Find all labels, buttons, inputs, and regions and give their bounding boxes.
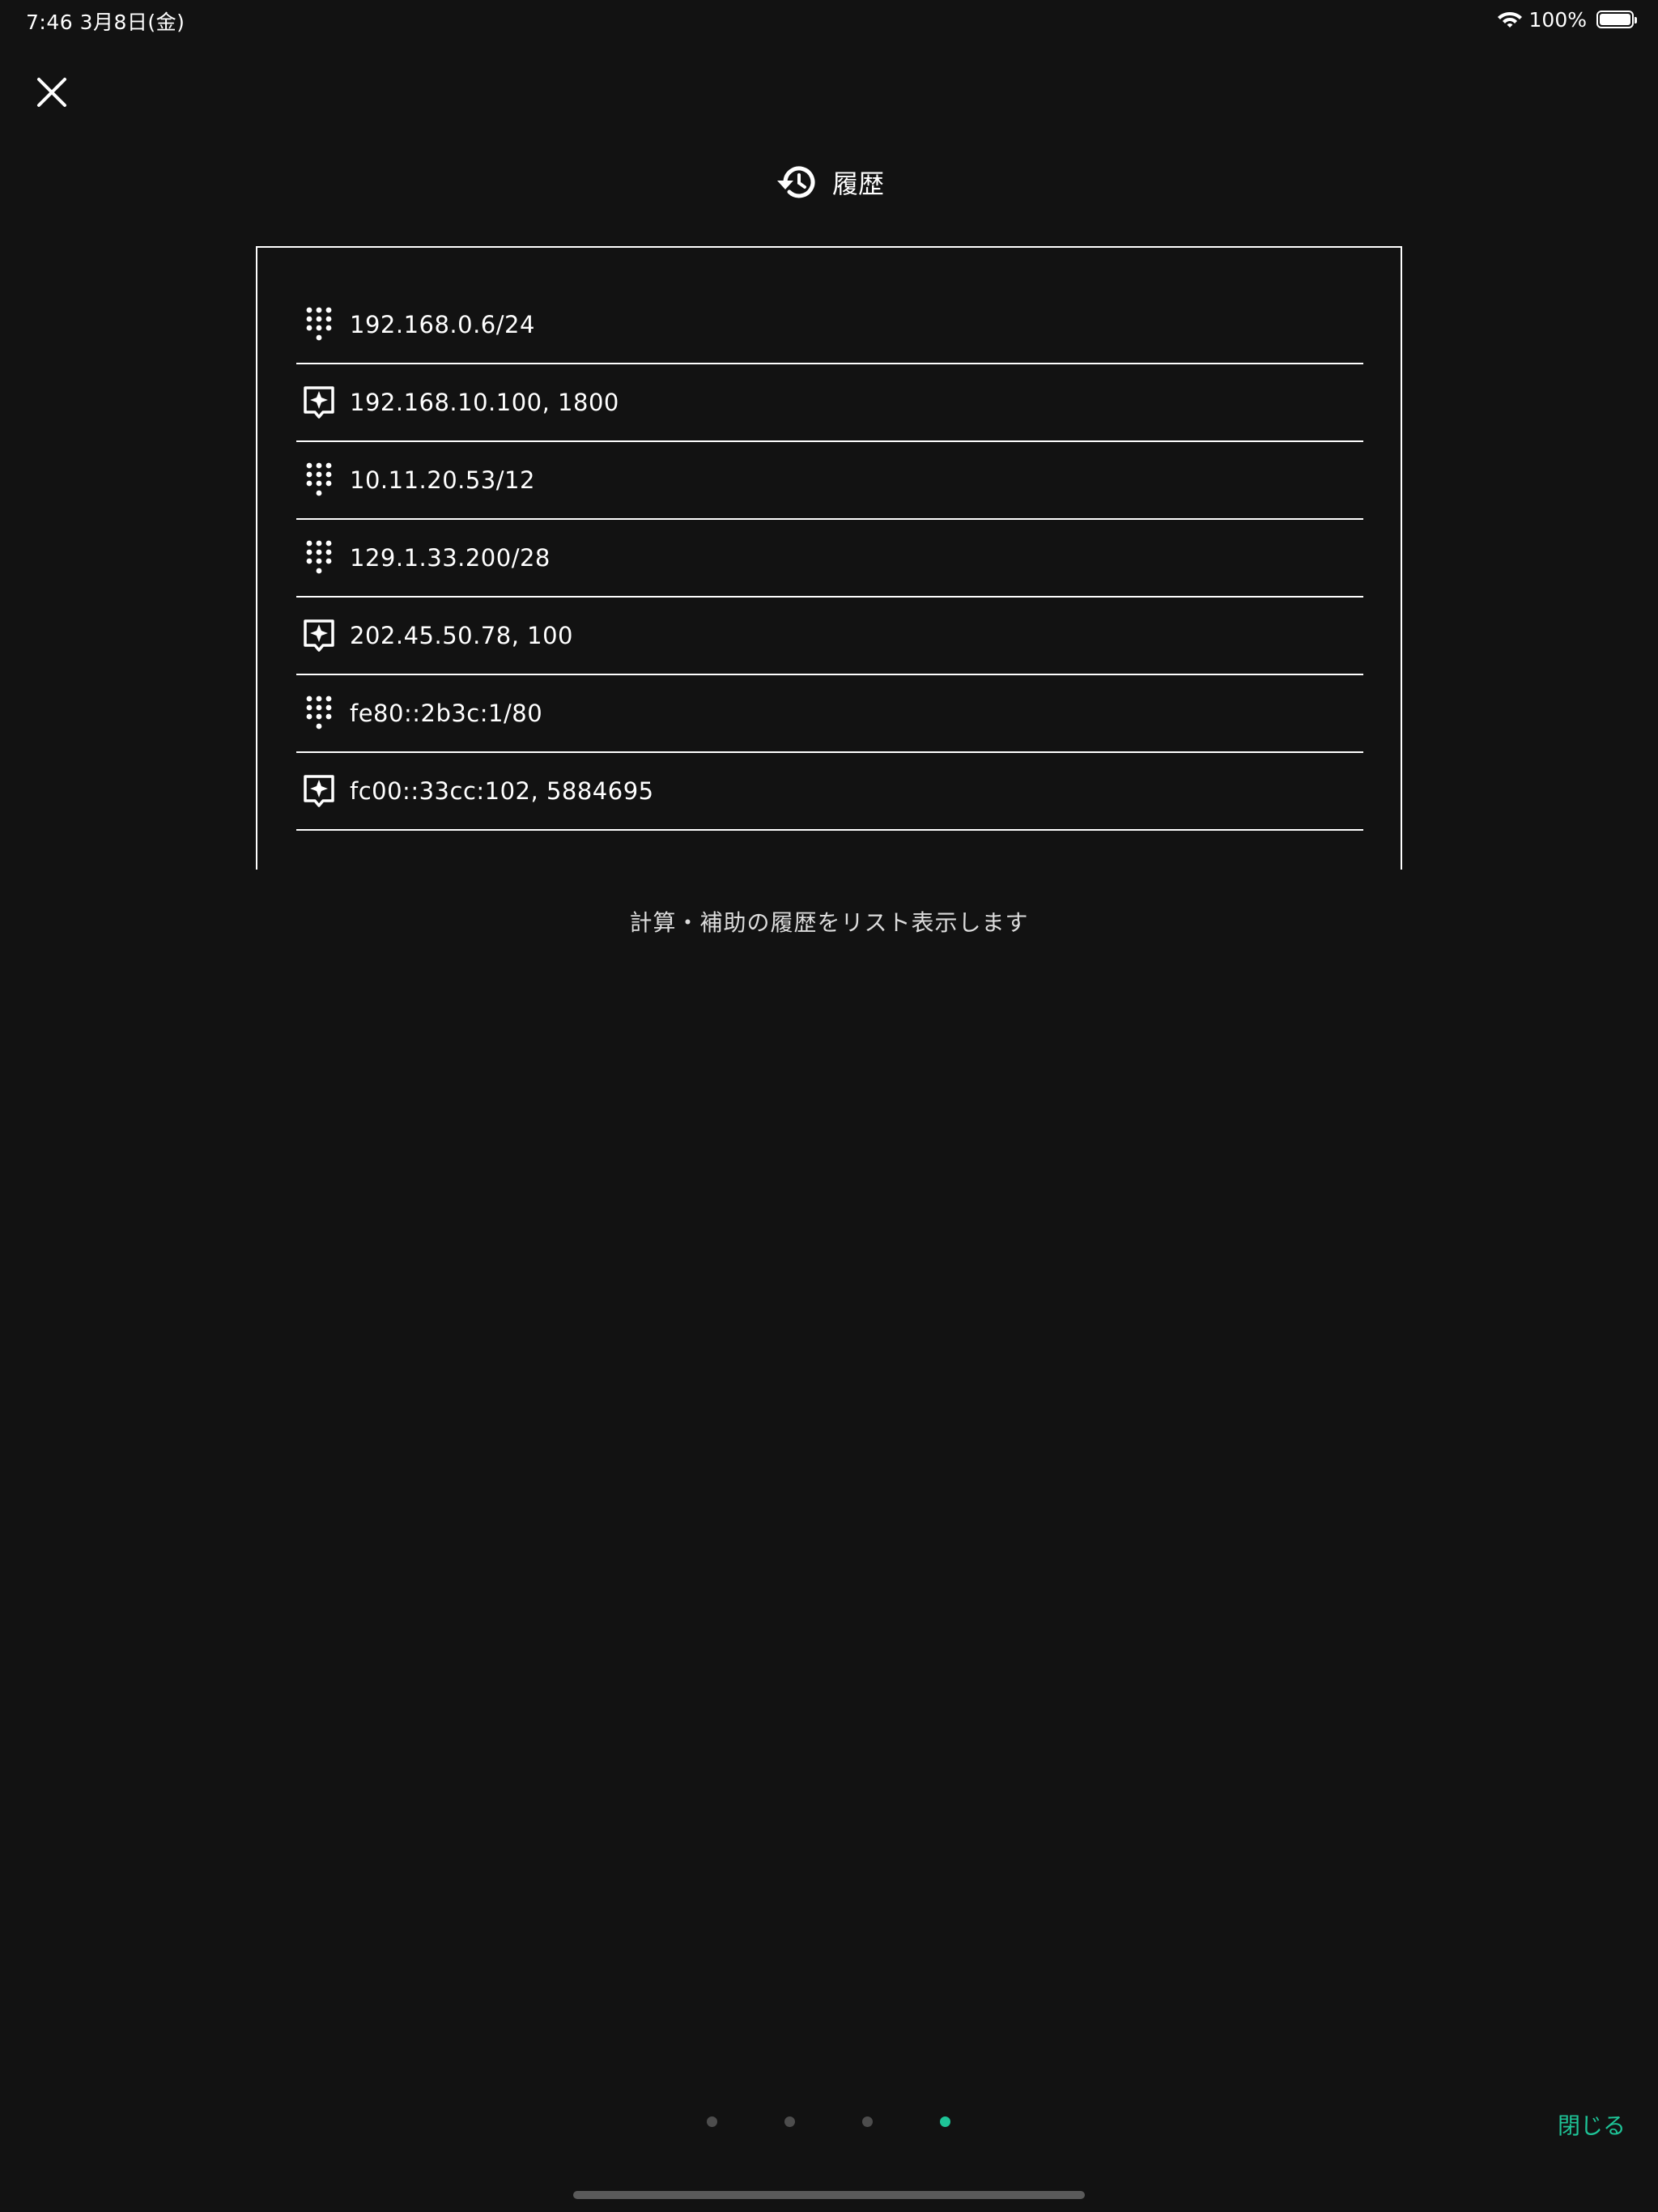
page-title: 履歴 bbox=[831, 168, 884, 199]
keypad-icon bbox=[306, 540, 332, 574]
status-time-date: 7:46 3月8日(金) bbox=[26, 11, 185, 34]
wifi-icon bbox=[1497, 12, 1522, 28]
keypad-icon bbox=[306, 696, 332, 730]
history-row-text: 192.168.10.100, 1800 bbox=[350, 389, 619, 416]
page-dot[interactable] bbox=[707, 2116, 717, 2127]
keypad-icon bbox=[306, 307, 332, 341]
history-row[interactable]: fe80::2b3c:1/80 bbox=[296, 675, 1363, 753]
history-icon bbox=[776, 166, 815, 198]
assist-icon bbox=[304, 775, 334, 807]
keypad-icon bbox=[306, 462, 332, 496]
history-row-text: 192.168.0.6/24 bbox=[350, 311, 535, 338]
history-list: 192.168.0.6/24 192.168.10.100, 1800 10.1… bbox=[296, 287, 1363, 831]
page-dot[interactable] bbox=[784, 2116, 795, 2127]
page-header: 履歴 bbox=[0, 155, 1658, 209]
assist-icon bbox=[304, 619, 334, 652]
assist-icon bbox=[304, 386, 334, 419]
history-row-text: 202.45.50.78, 100 bbox=[350, 622, 573, 649]
page-dot[interactable] bbox=[862, 2116, 873, 2127]
history-row-text: fc00::33cc:102, 5884695 bbox=[350, 777, 654, 805]
history-row[interactable]: 10.11.20.53/12 bbox=[296, 442, 1363, 520]
page-indicator bbox=[0, 2116, 1658, 2133]
history-row-text: 10.11.20.53/12 bbox=[350, 466, 535, 494]
history-row[interactable]: 202.45.50.78, 100 bbox=[296, 598, 1363, 675]
history-row-text: 129.1.33.200/28 bbox=[350, 544, 551, 572]
battery-percent: 100% bbox=[1528, 7, 1587, 32]
history-row[interactable]: 129.1.33.200/28 bbox=[296, 520, 1363, 598]
history-row[interactable]: 192.168.0.6/24 bbox=[296, 287, 1363, 364]
page-dot-active[interactable] bbox=[940, 2116, 950, 2127]
battery-icon bbox=[1596, 11, 1637, 28]
status-indicators: 100% bbox=[1497, 6, 1637, 32]
home-indicator[interactable] bbox=[573, 2191, 1085, 2199]
history-row[interactable]: 192.168.10.100, 1800 bbox=[296, 364, 1363, 442]
close-button[interactable]: 閉じる bbox=[1558, 2108, 1626, 2141]
close-icon[interactable] bbox=[34, 74, 70, 110]
history-row[interactable]: fc00::33cc:102, 5884695 bbox=[296, 753, 1363, 831]
history-card: 192.168.0.6/24 192.168.10.100, 1800 10.1… bbox=[256, 246, 1402, 870]
feature-caption: 計算・補助の履歴をリスト表示します bbox=[629, 909, 1029, 936]
status-bar: 7:46 3月8日(金) 100% bbox=[0, 0, 1658, 39]
history-row-text: fe80::2b3c:1/80 bbox=[350, 700, 543, 727]
